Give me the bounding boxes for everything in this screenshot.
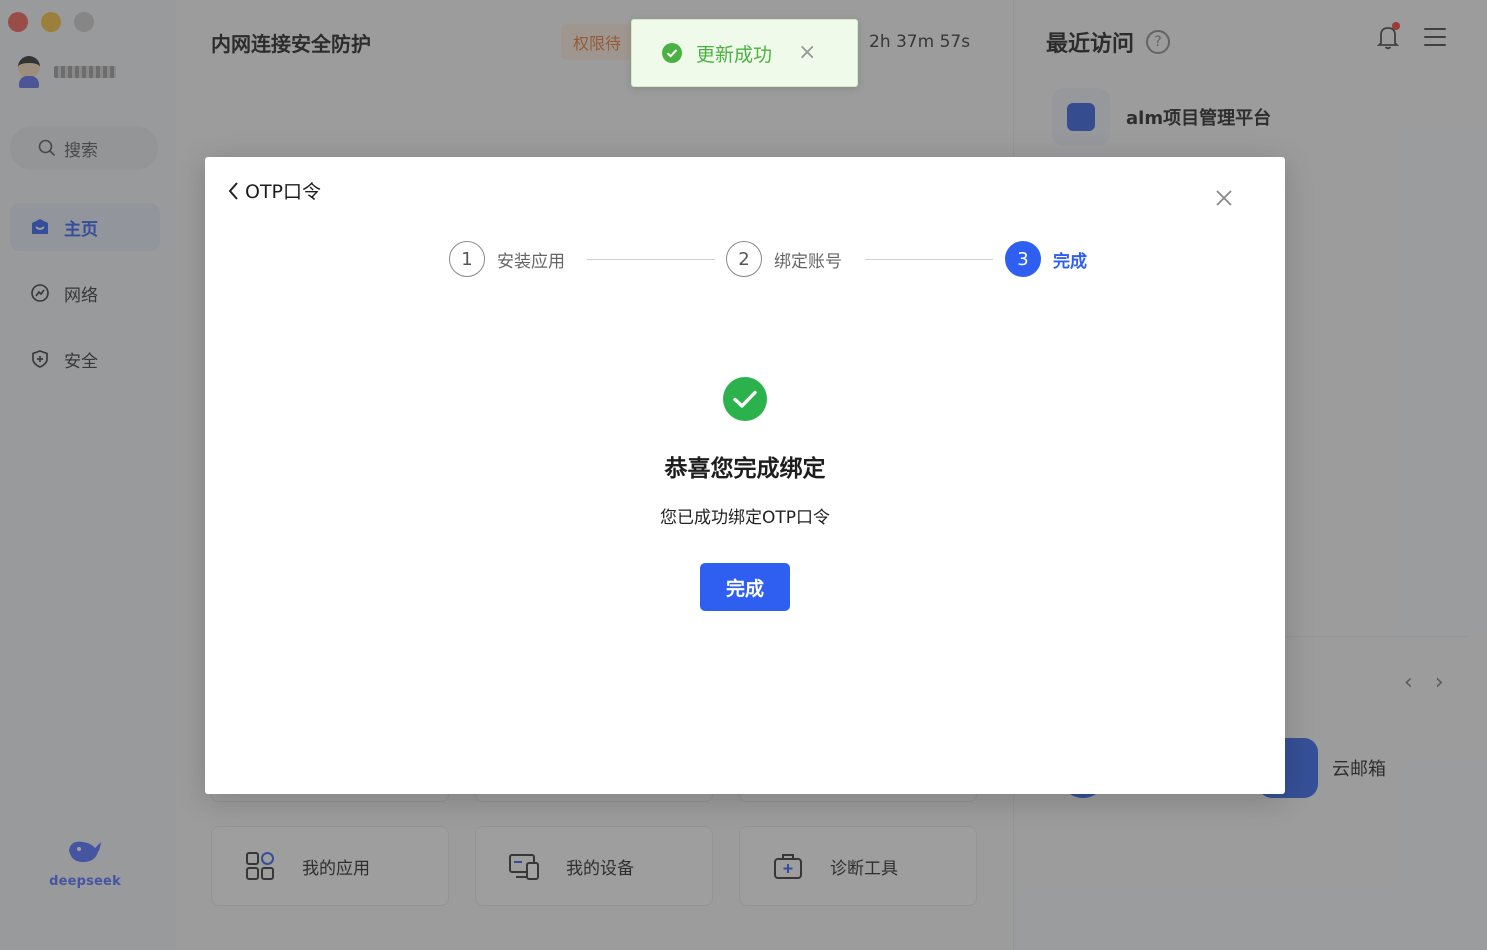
otp-modal: OTP口令 1 安装应用 2 绑定账号 3 完成 恭喜您完成绑定 您已成功绑定O…	[205, 157, 1285, 794]
done-button[interactable]: 完成	[700, 563, 790, 611]
step-label: 安装应用	[497, 251, 565, 272]
close-icon[interactable]	[1213, 187, 1235, 209]
check-circle-icon	[662, 43, 682, 63]
step-label: 完成	[1053, 251, 1087, 272]
step-bind-account: 2 绑定账号	[726, 241, 842, 277]
step-label: 绑定账号	[774, 251, 842, 272]
success-subtitle: 您已成功绑定OTP口令	[659, 508, 831, 528]
modal-title: OTP口令	[245, 181, 322, 203]
step-number: 2	[726, 241, 762, 277]
step-connector	[587, 259, 715, 260]
stepper: 1 安装应用 2 绑定账号 3 完成	[449, 241, 1089, 281]
step-number: 3	[1005, 241, 1041, 277]
step-connector	[865, 259, 993, 260]
success-check-icon	[723, 377, 767, 421]
back-button[interactable]: OTP口令	[227, 177, 321, 204]
chevron-left-icon	[228, 181, 238, 200]
success-toast: 更新成功 ×	[631, 19, 858, 87]
step-complete: 3 完成	[1005, 241, 1087, 277]
step-install-app: 1 安装应用	[449, 241, 565, 277]
success-title: 恭喜您完成绑定	[664, 456, 826, 482]
step-number: 1	[449, 241, 485, 277]
toast-close-icon[interactable]: ×	[798, 42, 816, 64]
toast-message: 更新成功	[696, 43, 773, 66]
